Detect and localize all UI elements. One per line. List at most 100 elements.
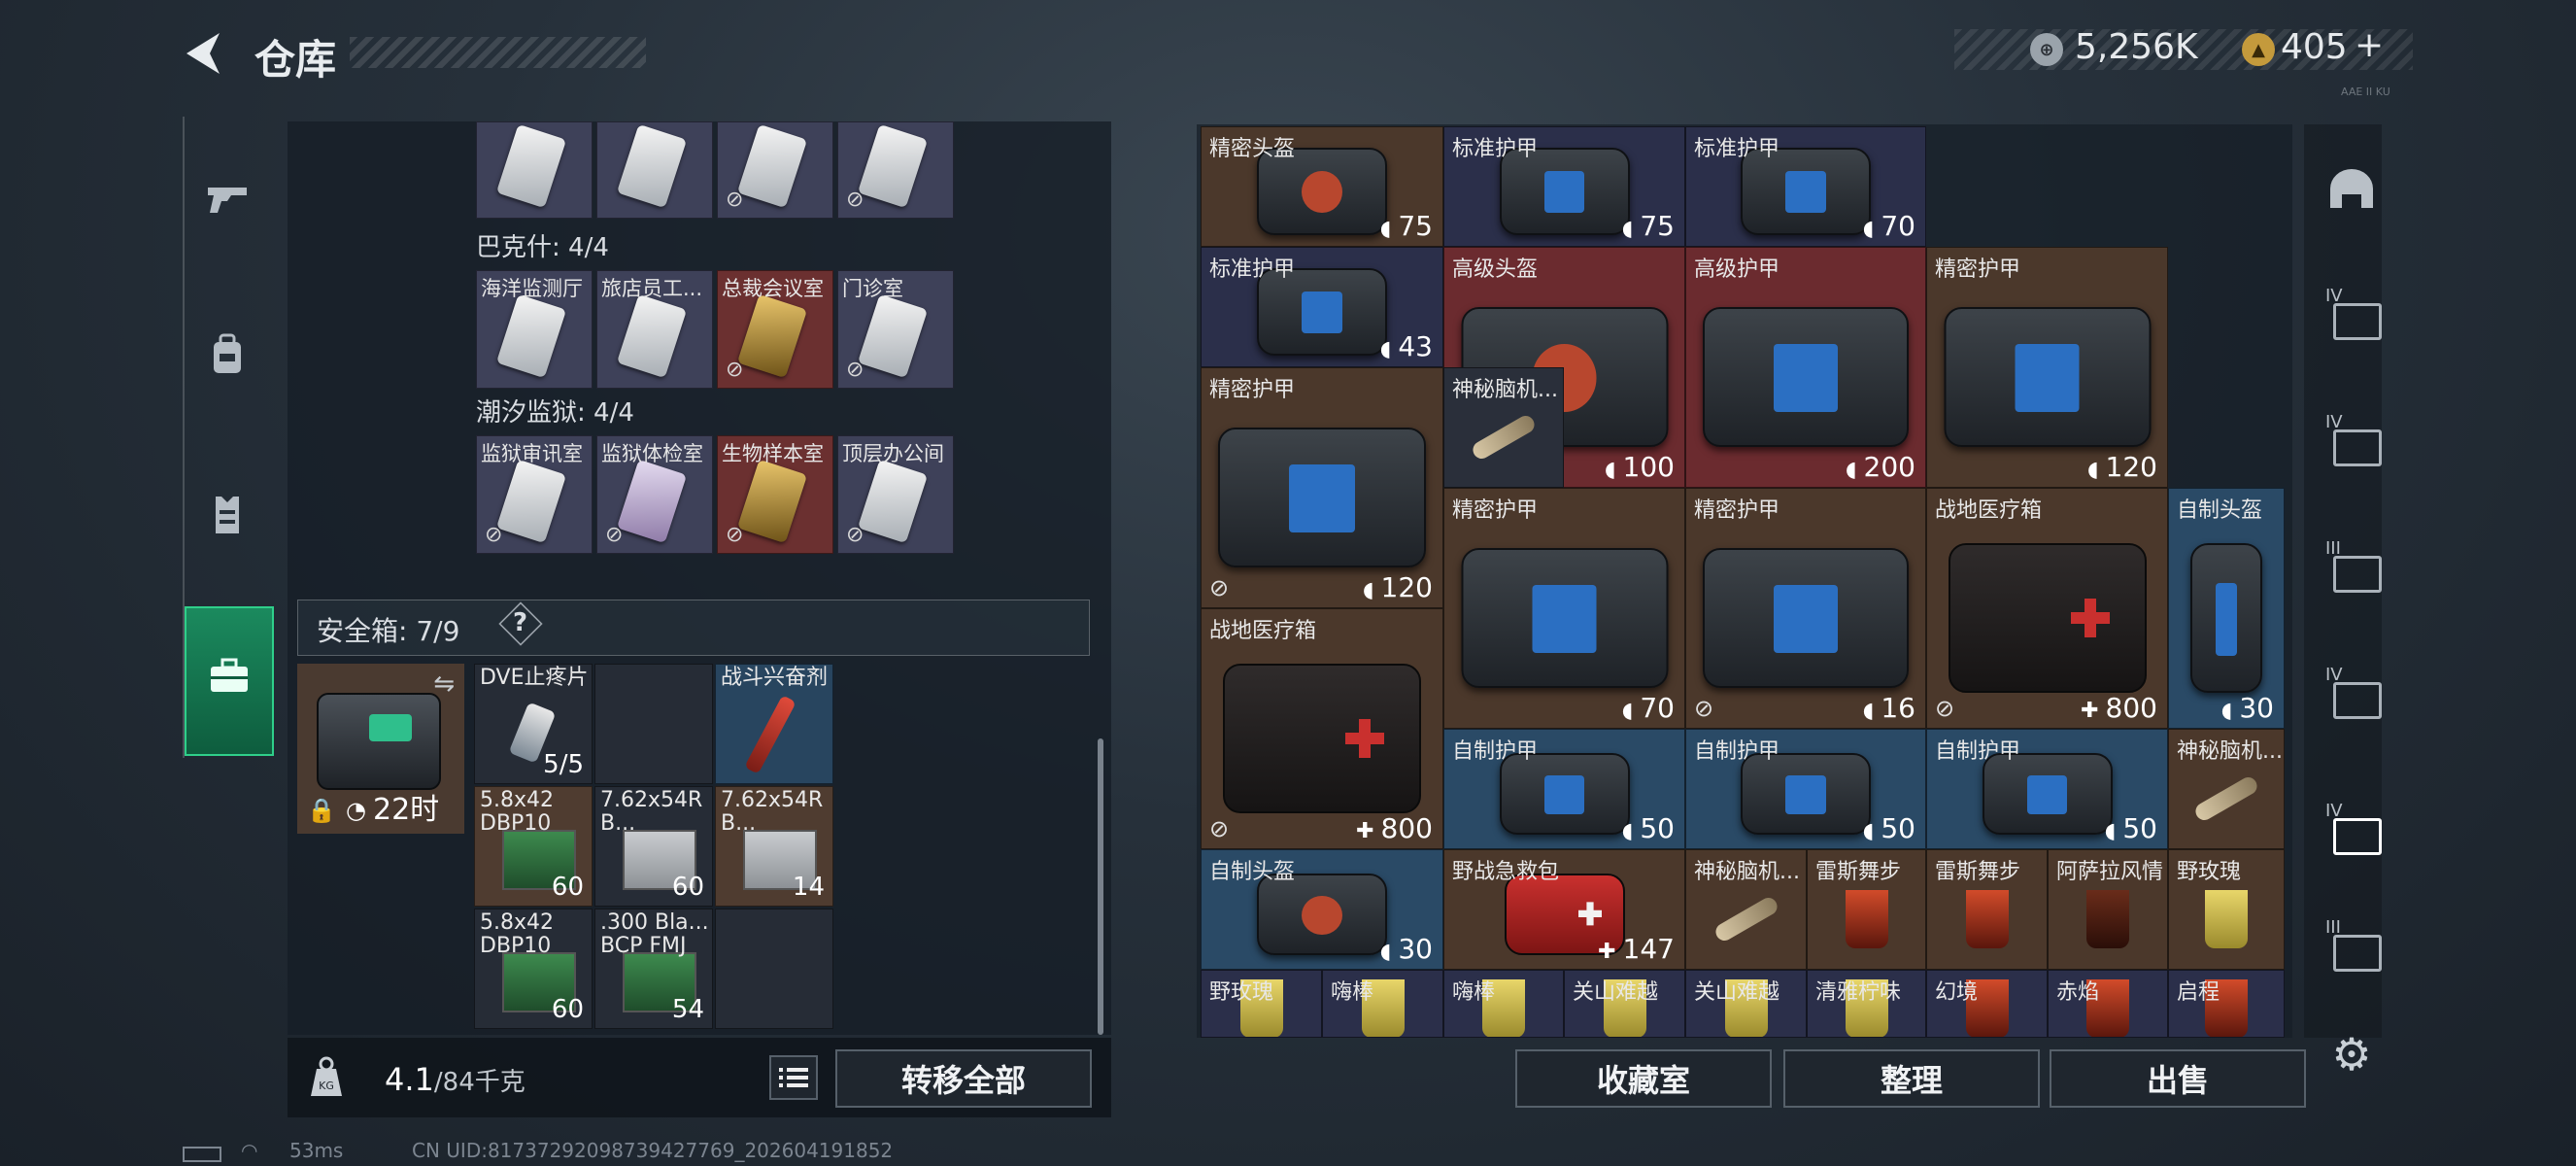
item-label: 高级护甲 (1694, 257, 1780, 282)
item-label: 精密护甲 (1935, 257, 2021, 282)
rail-tier-filter[interactable]: IV (2320, 408, 2384, 476)
inventory-item[interactable]: 野玫瑰 (2168, 849, 2285, 970)
safe-box-slot[interactable]: 5.8x42 DBP10 60 (474, 909, 593, 1029)
sell-button[interactable]: 出售 (2050, 1049, 2306, 1108)
inventory-item[interactable]: 神秘脑机... (1443, 367, 1564, 488)
keycard-item[interactable] (476, 121, 593, 219)
settings-gear-icon[interactable]: ⚙ (2327, 1030, 2376, 1079)
tab-safebox[interactable] (185, 606, 274, 756)
rail-tier-filter[interactable]: III (2320, 913, 2384, 981)
rail-tier-filter[interactable]: IV (2320, 282, 2384, 350)
keycard-item[interactable]: 监狱审讯室 ⊘ (476, 435, 593, 554)
item-value-row: ◖ 50 (1863, 812, 1915, 844)
item-label: 神秘脑机... (2177, 739, 2283, 764)
keycard-label: 监狱审讯室 (481, 442, 583, 465)
keycard-item[interactable]: 顶层办公间 ⊘ (837, 435, 954, 554)
add-ticket-button[interactable]: + (2355, 25, 2384, 65)
collection-room-button[interactable]: 收藏室 (1515, 1049, 1772, 1108)
keycard-icon (616, 123, 688, 209)
keycard-item[interactable]: ⊘ (717, 121, 833, 219)
inventory-item[interactable]: 精密护甲 ◖ 120 (1926, 247, 2168, 488)
tab-backpack[interactable] (185, 287, 270, 432)
keycard-item[interactable]: 门诊室 ⊘ (837, 270, 954, 389)
inventory-item[interactable]: 嗨棒 (1443, 970, 1564, 1038)
keycard-item[interactable]: 总裁会议室 ⊘ (717, 270, 833, 389)
list-view-button[interactable] (769, 1055, 818, 1100)
inventory-item[interactable]: 自制头盔 ◖ 30 (1201, 849, 1443, 970)
inventory-item[interactable]: 战地医疗箱 ✚ 800 ⊘ (1926, 488, 2168, 729)
keycard-item[interactable]: ⊘ (837, 121, 954, 219)
uid-text: CN UID:81737292098739427769_202604191852 (412, 1139, 894, 1162)
tab-weapons[interactable] (185, 131, 270, 277)
item-label: 关山难越 (1694, 980, 1780, 1005)
safe-box-timer: 22时 (373, 793, 440, 827)
keycard-icon (495, 459, 567, 544)
keycard-item[interactable]: 监狱体检室 ⊘ (596, 435, 713, 554)
inventory-item[interactable]: 自制护甲 ◖ 50 (1443, 729, 1685, 849)
inventory-item[interactable]: 标准护甲 ◖ 70 (1685, 126, 1926, 247)
armor-case-icon (1703, 306, 1909, 447)
keycard-icon (857, 293, 929, 379)
tab-vest[interactable] (185, 447, 270, 593)
safe-box-slot[interactable]: 7.62x54R B... 14 (715, 786, 833, 907)
inventory-item[interactable]: 精密护甲 ◖ 16 ⊘ (1685, 488, 1926, 729)
keycard-label: 旅店员工... (601, 277, 703, 300)
item-value-row: ◖ 43 (1380, 330, 1433, 362)
inventory-item[interactable]: 雷斯舞步 (1926, 849, 2048, 970)
inventory-item[interactable]: 神秘脑机... (2168, 729, 2285, 849)
help-button[interactable]: ? (513, 608, 527, 637)
inventory-item[interactable]: 精密护甲 ◖ 120 ⊘ (1201, 367, 1443, 608)
inventory-item[interactable]: 野战急救包 ✚ 147 (1443, 849, 1685, 970)
rail-tier-filter[interactable]: IV (2320, 661, 2384, 729)
inventory-item[interactable]: 自制护甲 ◖ 50 (1685, 729, 1926, 849)
inventory-item[interactable]: 清雅柠味 (1807, 970, 1926, 1038)
inventory-item[interactable]: 战地医疗箱 ✚ 800 ⊘ (1201, 608, 1443, 849)
inventory-item[interactable]: 雷斯舞步 (1807, 849, 1926, 970)
inventory-item[interactable]: 赤焰 (2048, 970, 2168, 1038)
inventory-item[interactable]: 启程 (2168, 970, 2285, 1038)
inventory-item[interactable]: 嗨棒 (1322, 970, 1443, 1038)
left-scrollbar[interactable] (1098, 738, 1103, 1035)
item-value-row: ✚ 147 (1598, 933, 1675, 965)
safe-box-slot[interactable]: 7.62x54R B... 60 (594, 786, 713, 907)
inventory-item[interactable]: 精密头盔 ◖ 75 (1201, 126, 1443, 247)
weight-readout: 4.1/84千克 (385, 1061, 525, 1098)
keycard-item[interactable] (596, 121, 713, 219)
inventory-item[interactable]: 野玫瑰 (1201, 970, 1322, 1038)
safe-box-slot[interactable] (715, 909, 833, 1029)
item-value-row: ◖ 70 (1622, 692, 1675, 724)
safe-box-slot[interactable]: .300 Bla... BCP FMJ 54 (594, 909, 713, 1029)
safe-box-slot[interactable]: 5.8x42 DBP10 60 (474, 786, 593, 907)
back-button[interactable] (181, 29, 225, 78)
item-label: 自制头盔 (2177, 498, 2263, 523)
transfer-all-button[interactable]: 转移全部 (835, 1049, 1092, 1108)
item-label: 高级头盔 (1452, 257, 1539, 282)
swap-icon[interactable]: ⇋ (433, 669, 455, 699)
safe-box-slot[interactable]: 战斗兴奋剂 (715, 664, 833, 784)
safe-box-slot[interactable] (594, 664, 713, 784)
inventory-item[interactable]: 标准护甲 ◖ 43 (1201, 247, 1443, 367)
inventory-item[interactable]: 关山难越 (1685, 970, 1807, 1038)
inventory-item[interactable]: 高级护甲 ◖ 200 (1685, 247, 1926, 488)
item-value-row: ◖ 120 (1363, 571, 1433, 603)
inventory-item[interactable]: 幻境 (1926, 970, 2048, 1038)
rail-tier-filter[interactable]: IV (2320, 797, 2384, 865)
keycard-item[interactable]: 旅店员工... (596, 270, 713, 389)
safe-box-item[interactable]: ⇋ 🔒 ◔ 22时 (297, 664, 464, 834)
item-label: 幻境 (1935, 980, 1979, 1005)
inventory-item[interactable]: 关山难越 (1564, 970, 1685, 1038)
keycard-icon (736, 123, 808, 209)
inventory-item[interactable]: 自制护甲 ◖ 50 (1926, 729, 2168, 849)
keycard-item[interactable]: 生物样本室 ⊘ (717, 435, 833, 554)
inventory-item[interactable]: 精密护甲 ◖ 70 (1443, 488, 1685, 729)
inventory-item[interactable]: 神秘脑机... (1685, 849, 1807, 970)
inventory-item[interactable]: 阿萨拉风情 (2048, 849, 2168, 970)
sort-button[interactable]: 整理 (1783, 1049, 2040, 1108)
tiny-label: AAE II KU (2341, 86, 2390, 98)
rail-helmet-filter[interactable] (2320, 155, 2384, 223)
safe-box-slot[interactable]: DVE止疼片 5/5 (474, 664, 593, 784)
inventory-item[interactable]: 自制头盔 ◖ 30 (2168, 488, 2285, 729)
inventory-item[interactable]: 标准护甲 ◖ 75 (1443, 126, 1685, 247)
keycard-item[interactable]: 海洋监测厅 (476, 270, 593, 389)
rail-tier-filter[interactable]: III (2320, 534, 2384, 602)
